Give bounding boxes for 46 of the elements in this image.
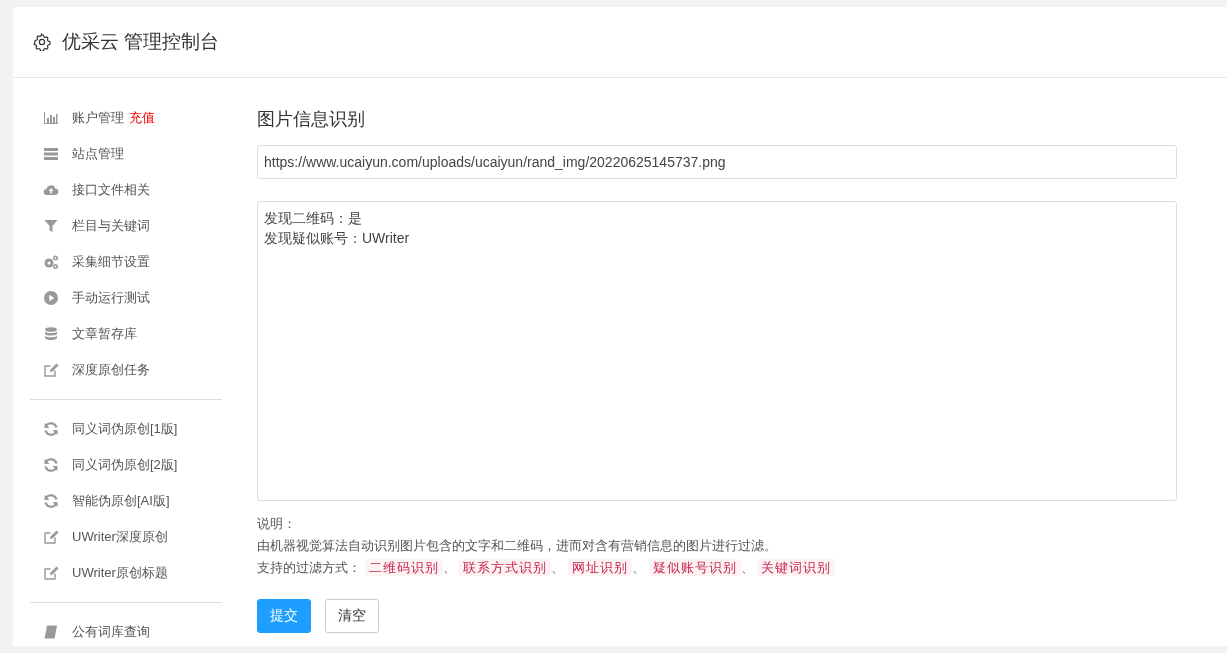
result-area[interactable]: 发现二维码：是 发现疑似账号：UWriter [257,201,1177,501]
menu-item[interactable]: 手动运行测试 [72,289,150,307]
method-tag: 关键词识别 [757,559,836,576]
menu-item[interactable]: 深度原创任务 [72,361,150,379]
clear-button[interactable]: 清空 [325,599,379,633]
bar-chart-icon [43,110,59,126]
edit-icon [43,565,59,581]
refresh-icon [43,421,59,437]
server-icon [43,146,59,162]
edit-icon [43,529,59,545]
menu-item[interactable]: 文章暂存库 [72,325,137,343]
menu-item[interactable]: 同义词伪原创[1版] [72,420,178,438]
menu-item[interactable]: UWriter原创标题 [72,564,168,582]
separator-mark: 、 [740,560,754,575]
menu-item[interactable]: 智能伪原创[AI版] [72,492,170,510]
section-title: 图片信息识别 [257,108,366,131]
separator-mark: 、 [442,560,456,575]
method-tag: 网址识别 [567,559,632,576]
method-tag: 二维码识别 [364,559,443,576]
separator-mark: 、 [551,560,565,575]
menu-item[interactable]: UWriter深度原创 [72,528,168,546]
method-tag: 联系方式识别 [459,559,552,576]
cloud-upload-icon [43,182,59,198]
play-icon [43,290,59,306]
edit-icon [43,362,59,378]
description-text: 由机器视觉算法自动识别图片包含的文字和二维码，进而对含有营销信息的图片进行过滤。 [257,538,777,553]
gears-icon [43,254,59,270]
url-field[interactable]: https://www.ucaiyun.com/uploads/ucaiyun/rand_img/20220625145737.png [257,145,1177,179]
method-tag: 疑似账号识别 [648,559,741,576]
separator-mark: 、 [631,560,645,575]
menu-item[interactable]: 采集细节设置 [72,253,150,271]
filter-icon [43,218,59,234]
menu-item[interactable]: 站点管理 [72,145,124,163]
refresh-icon [43,493,59,509]
menu-item[interactable]: 接口文件相关 [72,181,150,199]
methods-label: 支持的过滤方式： [257,560,361,575]
menu-item[interactable]: 同义词伪原创[2版] [72,456,178,474]
menu-item[interactable]: 栏目与关键词 [72,217,150,235]
notes-heading: 说明： [257,516,296,531]
console-title: 优采云 管理控制台 [62,30,220,54]
menu-item[interactable]: 账户管理 [72,109,124,127]
refresh-icon [43,457,59,473]
settings-icon [33,33,51,51]
recharge-link[interactable]: 充值 [129,109,155,127]
menu-item[interactable]: 公有词库查询 [72,623,150,641]
database-icon [43,326,59,342]
